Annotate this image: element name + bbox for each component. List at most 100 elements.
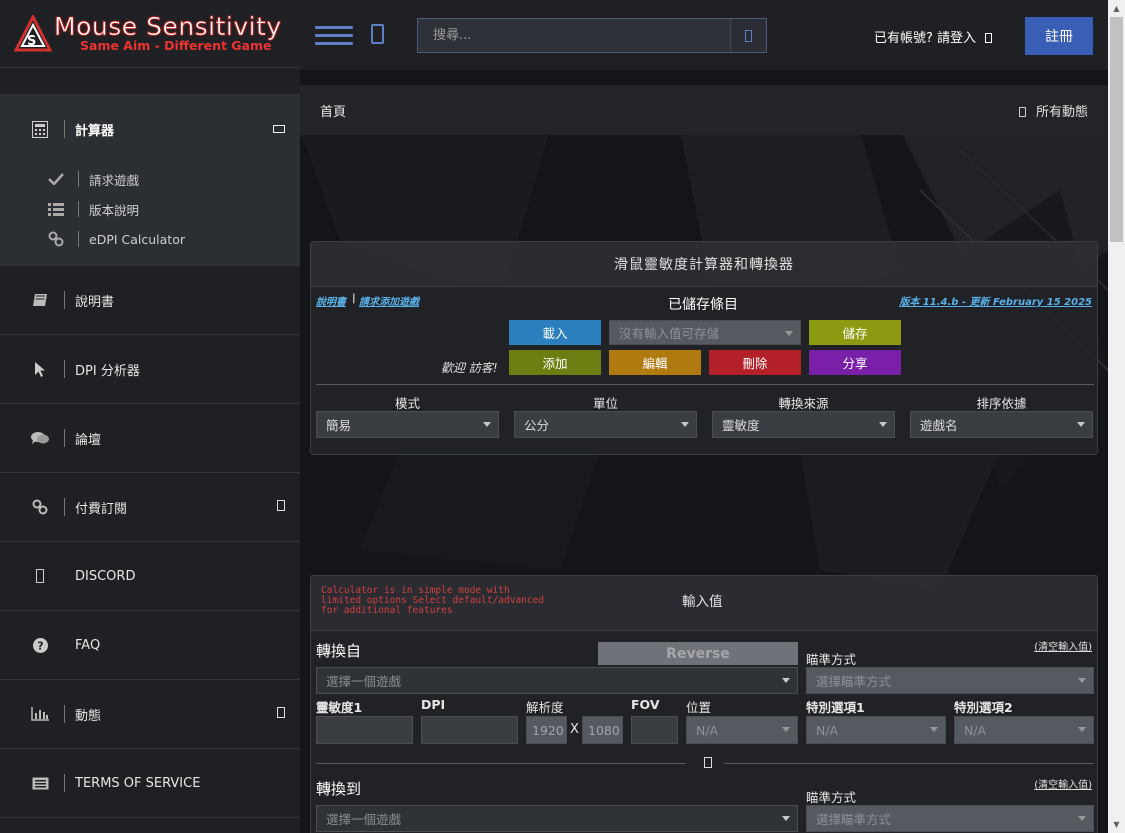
page-scrollbar[interactable]: ▲ ▼ xyxy=(1108,0,1125,833)
list-icon xyxy=(46,202,66,216)
from-aim-select[interactable]: 選擇瞄準方式 xyxy=(806,667,1094,694)
site-logo[interactable]: S Mouse Sensitivity Same Aim - Different… xyxy=(0,0,300,68)
chevron-down-icon xyxy=(1078,727,1086,732)
chevron-down-icon xyxy=(483,422,491,427)
scroll-down-icon[interactable]: ▼ xyxy=(1108,816,1125,833)
swap-icon[interactable] xyxy=(704,757,712,768)
sidebar-subitem-label: 版本說明 xyxy=(89,202,140,218)
edit-button[interactable]: 編輯 xyxy=(609,350,701,375)
fov-input[interactable] xyxy=(631,716,678,744)
chevron-down-icon xyxy=(1078,678,1086,683)
aim-method-label: 瞄準方式 xyxy=(806,652,857,667)
pointer-icon xyxy=(30,361,50,378)
scroll-up-icon[interactable]: ▲ xyxy=(1108,0,1125,17)
dpi-input[interactable] xyxy=(421,716,518,744)
special-option2-label: 特別選項2 xyxy=(954,700,1013,715)
collapse-icon[interactable] xyxy=(273,123,285,136)
clear-inputs-link[interactable]: (清空輸入值) xyxy=(1034,776,1092,791)
convert-source-select[interactable]: 靈敏度 xyxy=(712,411,895,438)
delete-button[interactable]: 刪除 xyxy=(709,350,801,375)
to-game-placeholder: 選擇一個遊戲 xyxy=(326,812,402,827)
sidebar-item-discord[interactable]: DISCORD xyxy=(0,542,300,611)
location-label: 位置 xyxy=(686,700,712,715)
login-link[interactable]: 已有帳號? 請登入 xyxy=(874,27,993,46)
sort-by-select[interactable]: 遊戲名 xyxy=(910,411,1093,438)
sidebar-item-activity[interactable]: 動態 xyxy=(0,680,300,749)
scrollbar-thumb[interactable] xyxy=(1110,17,1123,242)
special-option2-select[interactable]: N/A xyxy=(954,716,1094,744)
main-content: 首頁 所有動態 滑鼠靈敏度計算器和轉換器 說明書 | 請求添加遊戲 版本 11.… xyxy=(300,70,1108,833)
sidebar-item-label: 說明書 xyxy=(75,294,115,310)
request-game-link[interactable]: 請求添加遊戲 xyxy=(359,293,419,308)
sidebar-subitem-request-game[interactable]: 請求遊戲 xyxy=(0,164,300,194)
all-activity-link[interactable]: 所有動態 xyxy=(1018,101,1088,120)
chevron-down-icon xyxy=(879,422,887,427)
special-option1-select[interactable]: N/A xyxy=(806,716,946,744)
load-button[interactable]: 載入 xyxy=(509,320,601,345)
search-button[interactable] xyxy=(730,19,766,52)
sidebar-item-manual[interactable]: 說明書 xyxy=(0,266,300,335)
sidebar: S Mouse Sensitivity Same Aim - Different… xyxy=(0,0,300,833)
simple-mode-warning: Calculator is in simple mode with limite… xyxy=(321,585,545,616)
sidebar-item-label: 計算器 xyxy=(75,123,115,139)
divider xyxy=(316,763,686,764)
divider xyxy=(724,763,1094,764)
reverse-button[interactable]: Reverse xyxy=(598,642,798,665)
chevron-down-icon xyxy=(1077,422,1085,427)
version-link[interactable]: 版本 11.4.b - 更新 February 15 2025 xyxy=(899,293,1092,308)
search-input[interactable] xyxy=(418,19,730,52)
link-icon xyxy=(46,231,66,247)
breadcrumb: 首頁 所有動態 xyxy=(300,85,1108,135)
to-aim-placeholder: 選擇瞄準方式 xyxy=(816,812,892,827)
sidebar-item-terms[interactable]: TERMS OF SERVICE xyxy=(0,749,300,818)
welcome-text: 歡迎 訪客! xyxy=(441,361,498,375)
link-separator: | xyxy=(352,293,356,304)
logo-tagline: Same Aim - Different Game xyxy=(80,38,272,54)
register-button[interactable]: 註冊 xyxy=(1025,17,1093,55)
chart-icon xyxy=(30,707,50,721)
sidebar-item-forum[interactable]: 論壇 xyxy=(0,404,300,473)
input-values-panel: Calculator is in simple mode with limite… xyxy=(310,575,1098,833)
resolution-width-input[interactable] xyxy=(526,716,567,744)
mode-value: 簡易 xyxy=(326,418,352,433)
mobile-icon[interactable] xyxy=(371,24,384,44)
to-game-select[interactable]: 選擇一個遊戲 xyxy=(316,805,798,832)
add-button[interactable]: 添加 xyxy=(509,350,601,375)
question-icon: ? xyxy=(30,637,50,653)
login-icon xyxy=(985,33,993,43)
menu-toggle-icon[interactable] xyxy=(315,26,353,46)
chevron-down-icon xyxy=(782,678,790,683)
unit-value: 公分 xyxy=(524,418,550,433)
sidebar-item-dpi-analyzer[interactable]: DPI 分析器 xyxy=(0,335,300,404)
sidebar-item-subscription[interactable]: 付費訂閱 xyxy=(0,473,300,542)
save-button[interactable]: 儲存 xyxy=(809,320,901,345)
external-icon xyxy=(277,707,285,721)
mode-label: 模式 xyxy=(394,396,420,411)
from-game-select[interactable]: 選擇一個遊戲 xyxy=(316,667,798,694)
manual-link[interactable]: 說明書 xyxy=(316,293,346,308)
breadcrumb-home[interactable]: 首頁 xyxy=(320,101,346,120)
document-icon xyxy=(30,777,50,790)
sidebar-subitem-release-notes[interactable]: 版本說明 xyxy=(0,194,300,224)
to-aim-select[interactable]: 選擇瞄準方式 xyxy=(806,805,1094,832)
sidebar-item-faq[interactable]: ? FAQ xyxy=(0,611,300,680)
resolution-label: 解析度 xyxy=(526,700,564,715)
unit-select[interactable]: 公分 xyxy=(514,411,697,438)
discord-icon xyxy=(30,569,50,583)
top-bar: 已有帳號? 請登入 註冊 xyxy=(300,0,1108,70)
sidebar-subitem-edpi[interactable]: eDPI Calculator xyxy=(0,224,300,254)
share-button[interactable]: 分享 xyxy=(809,350,901,375)
saved-entries-select[interactable]: 沒有輸入值可存儲 xyxy=(609,320,801,345)
chevron-down-icon xyxy=(782,727,790,732)
convert-to-title: 轉換到 xyxy=(316,780,362,798)
logo-icon: S xyxy=(14,14,52,51)
clear-inputs-link[interactable]: (清空輸入值) xyxy=(1034,638,1092,653)
mode-select[interactable]: 簡易 xyxy=(316,411,499,438)
calculator-group: 計算器 請求遊戲 版本說明 eDPI Calculator xyxy=(0,94,300,266)
activity-icon xyxy=(1018,106,1026,117)
resolution-height-input[interactable] xyxy=(582,716,623,744)
sidebar-item-calculator[interactable]: 計算器 xyxy=(0,94,300,164)
location-select[interactable]: N/A xyxy=(686,716,798,744)
sensitivity-input[interactable] xyxy=(316,716,413,744)
link-icon xyxy=(30,499,50,515)
